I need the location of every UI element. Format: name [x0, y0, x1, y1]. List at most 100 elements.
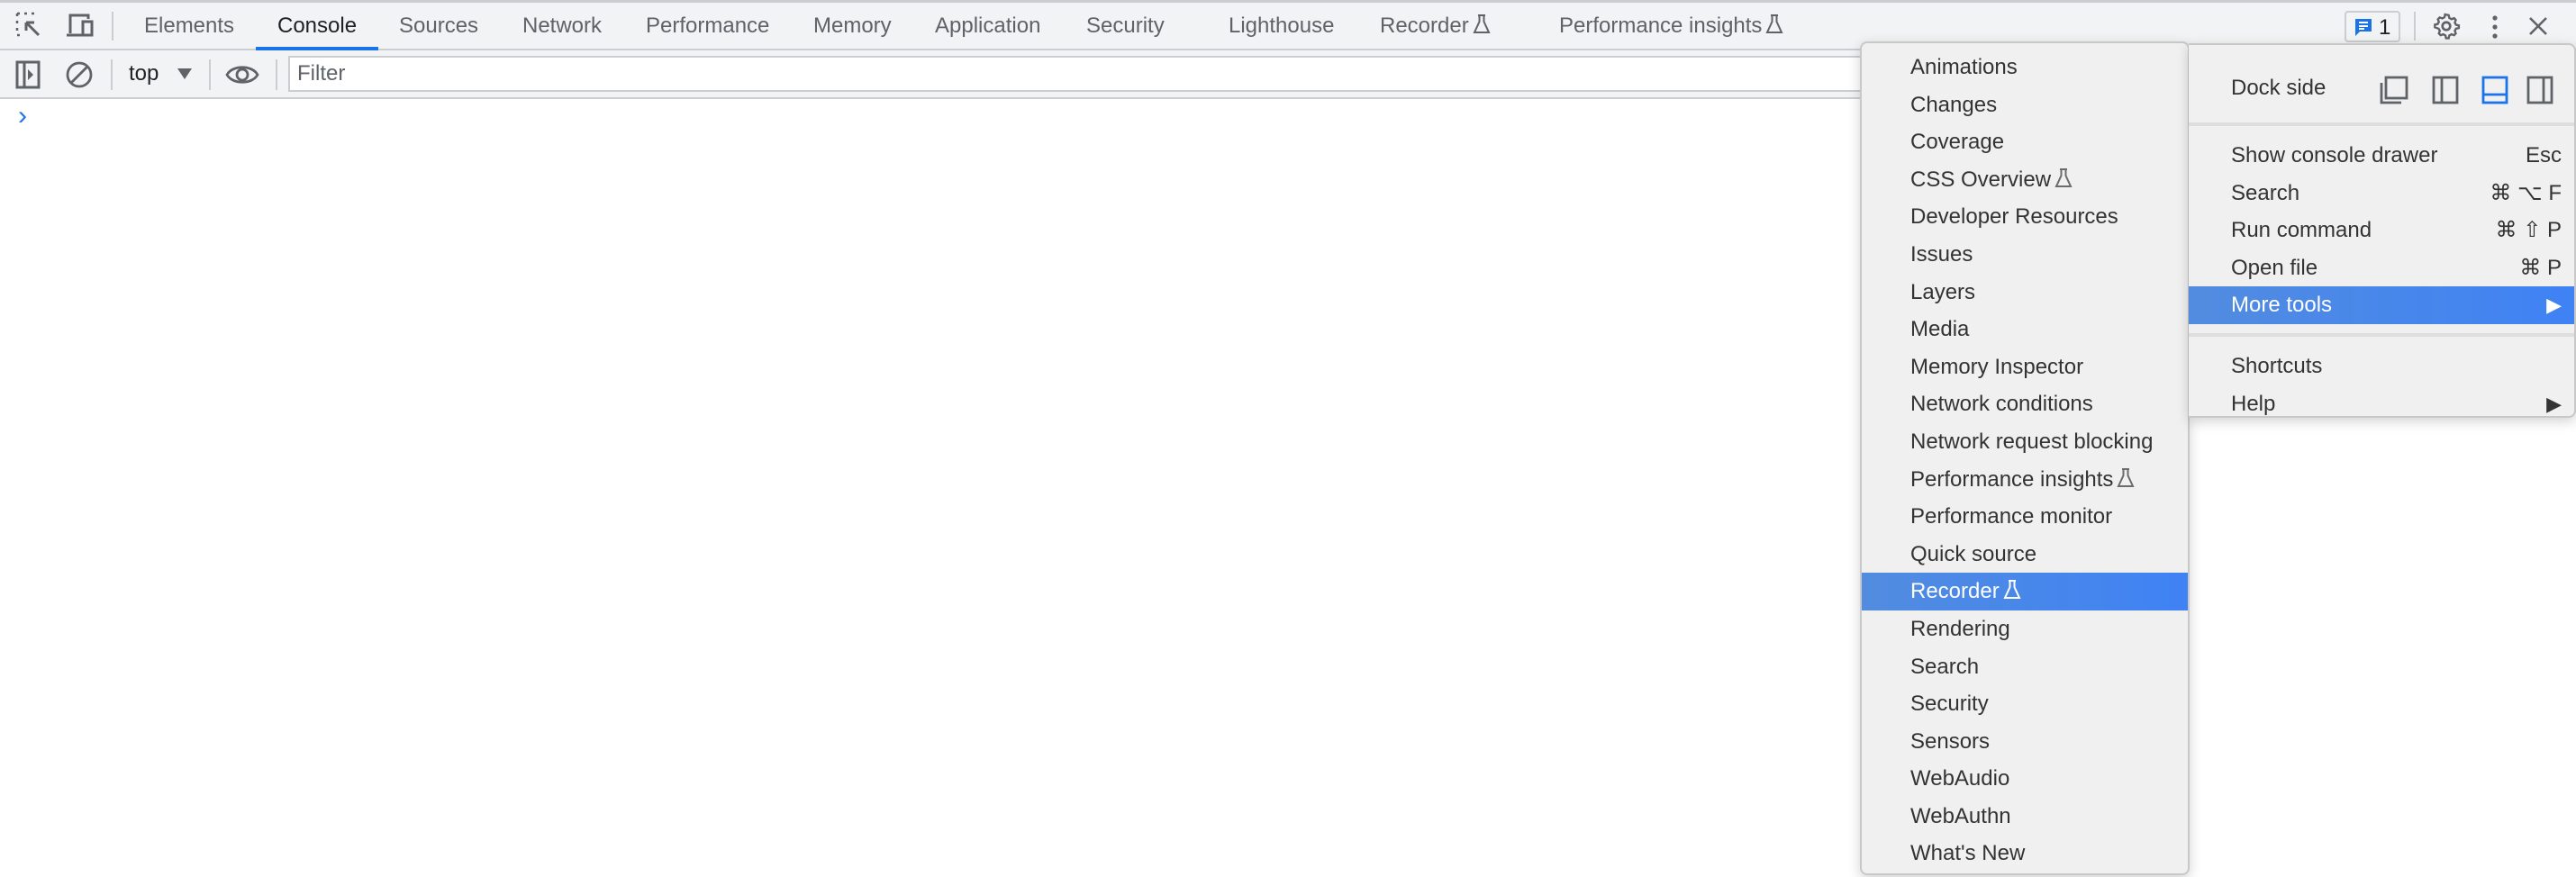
menu-item-media[interactable]: Media — [1862, 311, 2188, 348]
issues-icon — [2355, 19, 2372, 36]
menu-item-label: Search — [1910, 654, 1980, 679]
menu-item-layers[interactable]: Layers — [1862, 274, 2188, 312]
dropdown-arrow-icon — [177, 68, 192, 79]
tab-security[interactable]: Security — [1086, 3, 1165, 49]
menu-item-recorder[interactable]: Recorder — [1862, 573, 2188, 610]
dock-bottom-icon[interactable] — [2481, 76, 2508, 104]
tab-application[interactable]: Application — [935, 3, 1040, 49]
menu-item-webaudio[interactable]: WebAudio — [1862, 760, 2188, 798]
clear-console-icon[interactable] — [65, 60, 94, 89]
experimental-flask-icon — [1473, 14, 1491, 33]
tab-memory[interactable]: Memory — [813, 3, 892, 49]
menu-item-label: Security — [1910, 692, 1989, 717]
menu-item-label: Issues — [1910, 241, 1973, 267]
tab-console[interactable]: Console — [255, 3, 379, 50]
menu-item-what-s-new[interactable]: What's New — [1862, 835, 2188, 872]
menu-item-show-console-drawer[interactable]: Show console drawer Esc — [2189, 137, 2574, 175]
menu-item-label: CSS Overview — [1910, 167, 2052, 192]
close-icon[interactable] — [2527, 15, 2549, 37]
menu-item-css-overview[interactable]: CSS Overview — [1862, 161, 2188, 199]
experimental-flask-icon — [2003, 580, 2021, 600]
undock-icon[interactable] — [2380, 76, 2408, 104]
issues-button[interactable]: 1 — [2345, 11, 2400, 42]
menu-item-shortcuts[interactable]: Shortcuts — [2189, 348, 2574, 385]
shortcut-label: ⌘ ⇧ P — [2495, 218, 2562, 243]
tab-label: Lighthouse — [1229, 14, 1335, 38]
menu-item-issues[interactable]: Issues — [1862, 236, 2188, 274]
menu-item-sensors[interactable]: Sensors — [1862, 723, 2188, 761]
menu-item-label: Search — [2231, 180, 2300, 205]
menu-item-security[interactable]: Security — [1862, 685, 2188, 723]
menu-item-search[interactable]: Search ⌘ ⌥ F — [2189, 175, 2574, 212]
menu-item-label: Changes — [1910, 92, 1998, 117]
menu-item-open-file[interactable]: Open file ⌘ P — [2189, 249, 2574, 287]
menu-item-rendering[interactable]: Rendering — [1862, 610, 2188, 648]
live-expression-eye-icon[interactable] — [225, 62, 259, 87]
menu-item-label: Developer Resources — [1910, 204, 2118, 230]
submenu-arrow-icon: ▶ — [2546, 294, 2562, 317]
menu-item-label: Open file — [2231, 255, 2318, 280]
dock-side-label: Dock side — [2231, 76, 2327, 100]
menu-item-label: Network request blocking — [1910, 429, 2154, 454]
filter-input[interactable] — [288, 56, 1873, 92]
shortcut-label: ⌘ P — [2519, 255, 2562, 280]
menu-item-network-request-blocking[interactable]: Network request blocking — [1862, 423, 2188, 461]
tab-elements[interactable]: Elements — [144, 3, 234, 49]
device-toolbar-icon[interactable] — [65, 12, 95, 39]
menu-item-label: Show console drawer — [2231, 143, 2438, 167]
menu-item-animations[interactable]: Animations — [1862, 49, 2188, 86]
context-selector[interactable]: top — [129, 50, 192, 97]
tab-network[interactable]: Network — [522, 3, 602, 49]
tab-label: Memory — [813, 14, 892, 38]
main-menu: Dock side Show console drawer Esc Search ⌘ … — [2189, 43, 2576, 418]
dock-right-icon[interactable] — [2526, 76, 2553, 104]
menu-item-label: Network conditions — [1910, 392, 2093, 417]
shortcut-label: Esc — [2525, 143, 2562, 167]
shortcut-label: ⌘ ⌥ F — [2490, 180, 2562, 205]
menu-item-webauthn[interactable]: WebAuthn — [1862, 798, 2188, 836]
menu-item-performance-monitor[interactable]: Performance monitor — [1862, 498, 2188, 536]
tab-label: Performance — [646, 14, 770, 38]
experimental-flask-icon — [1765, 14, 1783, 33]
menu-item-changes[interactable]: Changes — [1862, 86, 2188, 124]
inspect-element-icon[interactable] — [15, 12, 42, 39]
menu-item-quick-source[interactable]: Quick source — [1862, 536, 2188, 574]
tab-label: Sources — [399, 14, 479, 38]
issues-count: 1 — [2379, 15, 2391, 40]
menu-item-coverage[interactable]: Coverage — [1862, 123, 2188, 161]
tab-performance[interactable]: Performance — [646, 3, 769, 49]
tab-label: Network — [522, 14, 603, 38]
tab-recorder[interactable]: Recorder — [1380, 3, 1491, 49]
menu-item-label: Help — [2231, 391, 2276, 416]
menu-item-performance-insights[interactable]: Performance insights — [1862, 461, 2188, 499]
dock-left-icon[interactable] — [2432, 76, 2459, 104]
tab-performance-insights[interactable]: Performance insights — [1559, 3, 1783, 49]
menu-item-label: Coverage — [1910, 130, 2005, 155]
menu-item-label: Performance insights — [1910, 466, 2114, 492]
console-prompt[interactable]: › — [18, 101, 27, 131]
experimental-flask-icon — [2117, 467, 2135, 487]
menu-item-more-tools[interactable]: More tools ▶ — [2189, 286, 2574, 324]
menu-item-network-conditions[interactable]: Network conditions — [1862, 385, 2188, 423]
menu-item-label: WebAudio — [1910, 766, 2010, 791]
menu-item-label: What's New — [1910, 841, 2026, 866]
menu-item-label: Performance monitor — [1910, 504, 2113, 529]
menu-item-help[interactable]: Help ▶ — [2189, 385, 2574, 423]
tab-label: Elements — [144, 14, 235, 38]
menu-item-developer-resources[interactable]: Developer Resources — [1862, 198, 2188, 236]
menu-item-label: Layers — [1910, 279, 1976, 304]
tab-label: Application — [935, 14, 1041, 38]
tab-label: Console — [277, 14, 358, 38]
menu-item-label: Shortcuts — [2231, 353, 2323, 378]
menu-item-memory-inspector[interactable]: Memory Inspector — [1862, 348, 2188, 386]
more-options-kebab-icon[interactable] — [2488, 14, 2502, 41]
sidebar-toggle-icon[interactable] — [15, 60, 41, 89]
submenu-arrow-icon: ▶ — [2546, 392, 2562, 415]
menu-item-search[interactable]: Search — [1862, 648, 2188, 686]
menu-item-label: More tools — [2231, 293, 2333, 318]
settings-gear-icon[interactable] — [2432, 12, 2461, 41]
tab-lighthouse[interactable]: Lighthouse — [1229, 3, 1334, 49]
tab-sources[interactable]: Sources — [399, 3, 478, 49]
menu-item-label: Memory Inspector — [1910, 354, 2084, 379]
menu-item-run-command[interactable]: Run command ⌘ ⇧ P — [2189, 212, 2574, 249]
